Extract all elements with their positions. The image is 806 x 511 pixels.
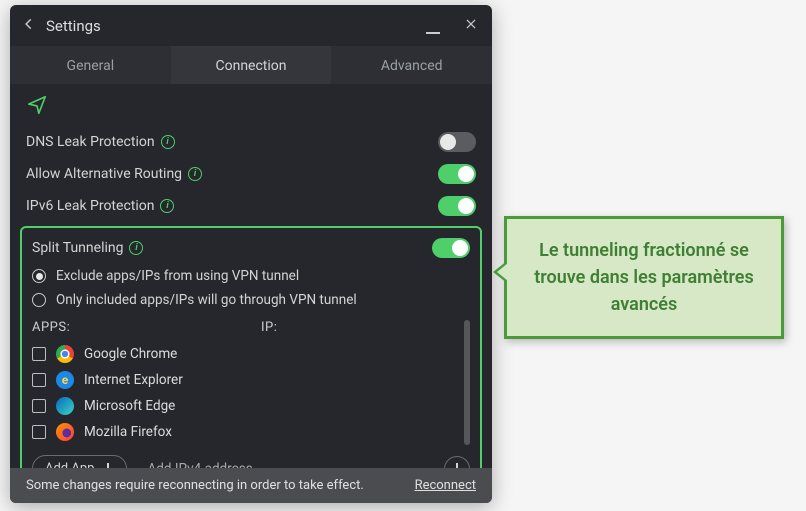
alt-routing-label: Allow Alternative Routing: [26, 166, 182, 182]
setting-ipv6-leak: IPv6 Leak Protection i: [26, 190, 476, 222]
checkbox[interactable]: [32, 373, 46, 387]
split-mode-include-label: Only included apps/IPs will go through V…: [56, 292, 357, 308]
split-mode-exclude-label: Exclude apps/IPs from using VPN tunnel: [56, 268, 299, 284]
tab-general[interactable]: General: [10, 46, 171, 84]
split-tunneling-toggle[interactable]: [432, 238, 470, 258]
settings-content: DNS Leak Protection i Allow Alternative …: [10, 126, 492, 468]
tabs: General Connection Advanced: [10, 46, 492, 84]
app-name: Mozilla Firefox: [84, 424, 172, 440]
minimize-icon: [426, 32, 440, 34]
add-app-label: Add App: [45, 461, 94, 468]
tab-advanced[interactable]: Advanced: [331, 46, 492, 84]
split-mode-include[interactable]: Only included apps/IPs will go through V…: [32, 288, 470, 312]
app-name: Internet Explorer: [84, 372, 183, 388]
apps-header: APPS:: [32, 320, 241, 335]
add-ip-field[interactable]: Add IPv4 address: [147, 456, 470, 469]
alt-routing-toggle[interactable]: [438, 164, 476, 184]
internet-explorer-icon: [56, 371, 74, 389]
app-row-chrome[interactable]: Google Chrome: [32, 341, 241, 367]
split-tunneling-section: Split Tunneling i Exclude apps/IPs from …: [20, 226, 482, 468]
brand-logo: [10, 84, 492, 126]
apps-column: APPS: Google Chrome Internet Explorer: [32, 320, 241, 445]
info-icon[interactable]: i: [161, 135, 175, 149]
chrome-icon: [56, 345, 74, 363]
plus-icon: [102, 463, 114, 469]
ipv6-leak-toggle[interactable]: [438, 196, 476, 216]
add-app-button[interactable]: Add App: [32, 455, 127, 468]
minimize-button[interactable]: [426, 18, 440, 34]
split-tunneling-label: Split Tunneling: [32, 240, 123, 256]
radio-icon: [32, 269, 46, 283]
back-icon[interactable]: [22, 16, 36, 35]
titlebar: Settings: [10, 5, 492, 46]
ip-scrollbar[interactable]: [464, 320, 470, 445]
info-icon[interactable]: i: [129, 241, 143, 255]
checkbox[interactable]: [32, 425, 46, 439]
app-name: Microsoft Edge: [84, 398, 175, 414]
app-name: Google Chrome: [84, 346, 177, 362]
radio-icon: [32, 293, 46, 307]
setting-alt-routing: Allow Alternative Routing i: [26, 158, 476, 190]
dns-leak-toggle[interactable]: [438, 132, 476, 152]
callout-text: Le tunneling fractionné se trouve dans l…: [534, 240, 754, 315]
window-title: Settings: [46, 17, 416, 35]
add-ip-button[interactable]: [444, 456, 470, 469]
firefox-icon: [56, 423, 74, 441]
settings-window: Settings General Connection Advanced DNS…: [10, 5, 492, 503]
tab-connection[interactable]: Connection: [171, 46, 332, 84]
checkbox[interactable]: [32, 399, 46, 413]
app-row-ie[interactable]: Internet Explorer: [32, 367, 241, 393]
split-mode-exclude[interactable]: Exclude apps/IPs from using VPN tunnel: [32, 264, 470, 288]
footer-message: Some changes require reconnecting in ord…: [26, 478, 364, 493]
setting-dns-leak: DNS Leak Protection i: [26, 126, 476, 158]
add-ip-placeholder: Add IPv4 address: [147, 461, 252, 469]
close-button[interactable]: [464, 15, 478, 36]
app-row-edge[interactable]: Microsoft Edge: [32, 393, 241, 419]
dns-leak-label: DNS Leak Protection: [26, 134, 155, 150]
setting-split-tunneling: Split Tunneling i: [32, 236, 470, 264]
plus-icon: [451, 463, 463, 469]
reconnect-bar: Some changes require reconnecting in ord…: [10, 468, 492, 503]
ip-header: IP:: [261, 320, 458, 335]
checkbox[interactable]: [32, 347, 46, 361]
reconnect-link[interactable]: Reconnect: [415, 478, 476, 493]
info-icon[interactable]: i: [160, 199, 174, 213]
edge-icon: [56, 397, 74, 415]
ip-column: IP:: [261, 320, 470, 445]
ipv6-leak-label: IPv6 Leak Protection: [26, 198, 154, 214]
info-icon[interactable]: i: [188, 167, 202, 181]
app-row-firefox[interactable]: Mozilla Firefox: [32, 419, 241, 445]
annotation-callout: Le tunneling fractionné se trouve dans l…: [504, 216, 784, 339]
